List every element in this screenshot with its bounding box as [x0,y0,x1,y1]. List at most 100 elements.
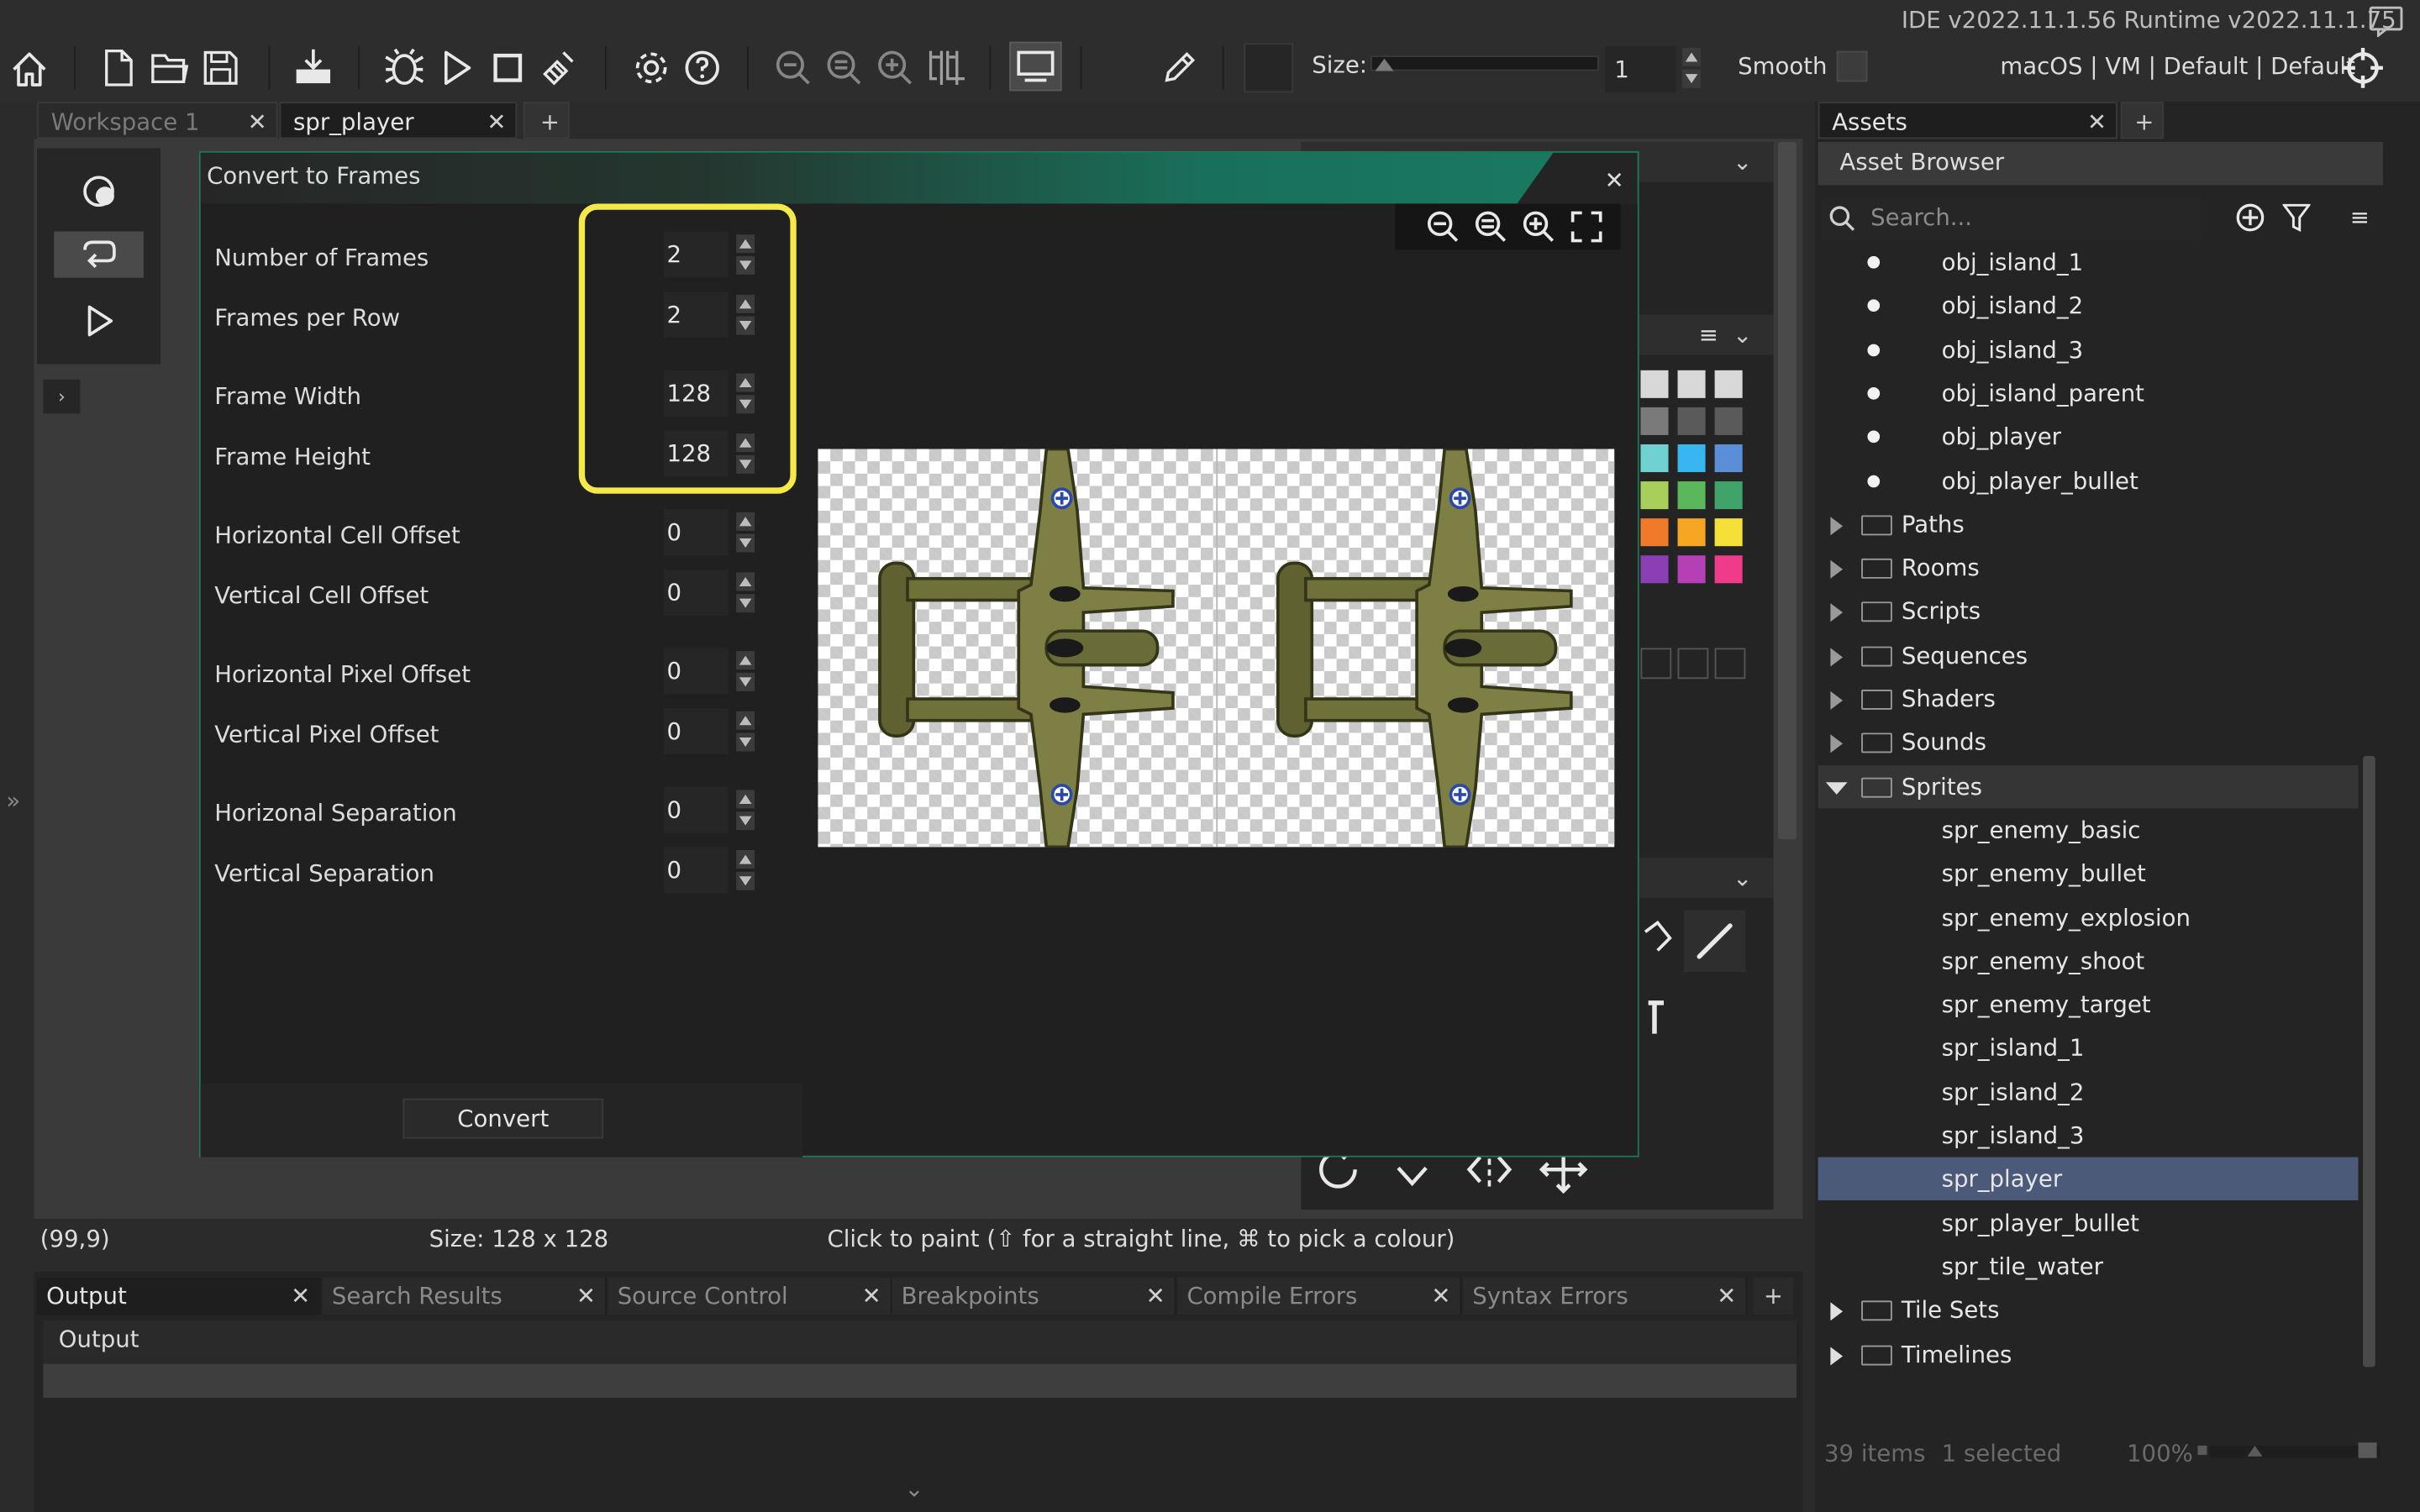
chevron-down-icon[interactable]: ⌄ [1724,318,1761,351]
field-value-input[interactable]: 0 [663,648,729,695]
chevron-down-icon[interactable]: ⌄ [1724,145,1761,179]
new-file-icon[interactable] [99,46,139,89]
close-icon[interactable]: ✕ [1717,1278,1736,1315]
output-tab[interactable]: Syntax Errors ✕ [1463,1277,1748,1315]
chevron-down-icon[interactable] [1825,781,1848,795]
stepper-down-icon[interactable] [736,672,755,691]
palette-swatch[interactable] [1714,444,1743,473]
output-tab[interactable]: Compile Errors ✕ [1177,1277,1462,1315]
palette-swatch[interactable] [1677,407,1706,435]
list-item[interactable]: obj_island_parent [1818,371,2359,414]
close-icon[interactable]: ✕ [1599,165,1630,197]
palette-swatch[interactable] [1677,481,1706,510]
folder-item[interactable]: Tile Sets [1818,1289,2359,1331]
chevron-down-icon[interactable]: ⌄ [904,1475,923,1503]
palette-swatch[interactable] [1640,444,1669,473]
field-value-input[interactable]: 0 [663,786,729,833]
field-value-input[interactable]: 0 [663,708,729,755]
stepper-down-icon[interactable] [736,732,755,752]
list-item[interactable]: spr_enemy_bullet [1818,852,2359,895]
palette-swatch[interactable] [1714,481,1743,510]
folder-item[interactable]: Scripts [1818,590,2359,633]
list-item[interactable]: spr_enemy_explosion [1818,895,2359,938]
output-tab[interactable]: Source Control ✕ [608,1277,892,1315]
left-dock-toggle[interactable]: » [6,787,20,815]
list-item[interactable]: obj_island_2 [1818,285,2359,328]
field-stepper[interactable] [736,710,755,753]
output-tab[interactable]: Output ✕ [37,1277,322,1315]
stepper-up-icon[interactable] [736,572,755,591]
line-tool-icon[interactable] [1683,910,1746,973]
palette-empty-slot[interactable] [1714,648,1746,680]
zoom-reset-icon[interactable] [823,46,865,89]
stop-icon[interactable] [487,46,528,89]
add-tab-button[interactable]: + [523,102,570,139]
palette-swatch[interactable] [1640,481,1669,510]
tab-assets[interactable]: Assets ✕ [1818,102,2118,139]
chevron-right-icon[interactable] [1830,516,1844,535]
notification-icon[interactable] [2366,3,2407,40]
stepper-up-icon[interactable] [736,790,755,809]
chevron-right-icon[interactable] [1830,603,1844,622]
palette-swatch[interactable] [1677,370,1706,398]
palette-swatch[interactable] [1640,518,1669,547]
palette-swatch[interactable] [1640,407,1669,435]
size-input[interactable]: 1 [1605,46,1676,93]
palette-swatch[interactable] [1677,444,1706,473]
convert-button[interactable]: Convert [402,1098,604,1139]
zoom-in-icon[interactable] [874,46,917,89]
size-slider-handle[interactable] [1375,58,1394,71]
add-asset-icon[interactable] [2232,199,2269,236]
fill-tool-icon[interactable] [1634,911,1681,972]
list-item[interactable]: obj_player_bullet [1818,459,2359,501]
home-icon[interactable] [6,46,52,92]
field-stepper[interactable] [736,571,755,614]
list-item[interactable]: spr_island_3 [1818,1114,2359,1157]
asset-search-input[interactable]: Search... [1821,197,2202,241]
list-item[interactable]: spr_island_2 [1818,1070,2359,1113]
stepper-down-icon[interactable] [736,811,755,831]
output-tab[interactable]: Search Results ✕ [322,1277,607,1315]
palette-empty-slot[interactable] [1640,648,1672,680]
chevron-right-icon[interactable] [1830,1302,1844,1321]
palette-swatch[interactable] [1640,370,1669,398]
folder-item[interactable]: Rooms [1818,546,2359,589]
pencil-icon[interactable] [1158,46,1201,89]
close-icon[interactable]: ✕ [487,103,506,140]
palette-swatch[interactable] [1714,407,1743,435]
list-item[interactable]: obj_player [1818,415,2359,458]
folder-item[interactable]: Paths [1818,502,2359,545]
chevron-right-icon[interactable] [1830,734,1844,753]
list-item[interactable]: obj_island_3 [1818,328,2359,370]
close-icon[interactable]: ✕ [1146,1278,1165,1315]
chevron-right-icon[interactable] [1830,647,1844,666]
export-icon[interactable] [290,43,336,89]
list-item[interactable]: spr_player_bullet [1818,1201,2359,1244]
field-stepper[interactable] [736,511,755,554]
list-item[interactable]: obj_island_1 [1818,241,2359,284]
palette-swatch[interactable] [1714,518,1743,547]
filter-icon[interactable] [2278,199,2315,236]
list-item[interactable]: spr_island_1 [1818,1026,2359,1069]
tab-workspace[interactable]: Workspace 1 ✕ [37,102,278,139]
field-stepper[interactable] [736,789,755,832]
workspace-scrollbar[interactable] [1777,141,1797,840]
help-icon[interactable] [681,46,723,89]
loop-icon[interactable] [54,231,144,278]
stepper-up-icon[interactable] [736,711,755,730]
palette-swatch[interactable] [1640,555,1669,584]
palette-swatch[interactable] [1677,555,1706,584]
folder-item[interactable]: Shaders [1818,677,2359,720]
list-item[interactable]: spr_enemy_shoot [1818,939,2359,982]
palette-swatch[interactable] [1677,518,1706,547]
zoom-reset-icon[interactable] [1470,207,1511,247]
save-icon[interactable] [201,46,241,89]
zoom-out-icon[interactable] [1423,207,1463,247]
folder-item[interactable]: Timelines [1818,1332,2359,1375]
close-icon[interactable]: ✕ [248,103,267,140]
field-value-input[interactable]: 0 [663,847,729,894]
field-value-input[interactable]: 0 [663,569,729,616]
list-item[interactable]: spr_player [1818,1158,2359,1201]
close-icon[interactable]: ✕ [291,1278,310,1315]
list-item[interactable]: spr_enemy_target [1818,983,2359,1026]
